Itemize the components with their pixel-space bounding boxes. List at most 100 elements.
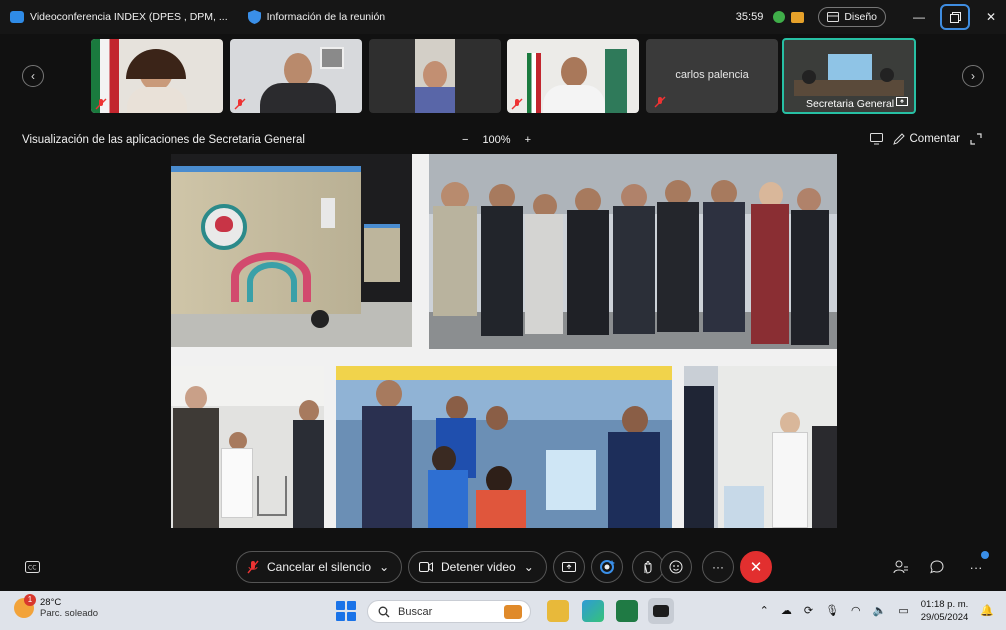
participants-button[interactable] <box>892 559 908 575</box>
room-screen <box>828 54 872 80</box>
minimize-button[interactable]: — <box>904 4 934 30</box>
meeting-info-button[interactable]: Información de la reunión <box>267 11 386 23</box>
reactions-button[interactable] <box>660 551 692 583</box>
share-options-icon[interactable] <box>869 133 883 145</box>
room-person <box>880 68 894 82</box>
layout-icon <box>827 12 840 22</box>
clock[interactable]: 01:18 p. m. 29/05/2024 <box>921 598 969 624</box>
taskbar-search[interactable]: Buscar <box>367 600 531 623</box>
screen-share-icon <box>896 97 908 106</box>
captions-button[interactable]: CC <box>24 559 40 575</box>
weather-temperature: 28°C <box>40 597 62 608</box>
video-camera-icon <box>419 562 433 572</box>
chevron-down-icon[interactable]: ⌄ <box>379 560 389 574</box>
chevron-right-icon: › <box>971 69 975 83</box>
webex-taskbar-icon[interactable] <box>648 598 674 624</box>
comment-label: Comentar <box>909 133 961 145</box>
leave-meeting-button[interactable]: ✕ <box>740 551 772 583</box>
strip-next-button[interactable]: › <box>962 65 984 87</box>
zoom-controls: − 100% + <box>462 134 531 146</box>
photo-clinic <box>684 366 837 528</box>
participants-icon <box>893 560 908 574</box>
restore-icon <box>949 11 961 23</box>
layout-button[interactable]: Diseño <box>818 7 886 27</box>
chat-button[interactable] <box>929 559 945 575</box>
participant-tile-active[interactable]: Secretaria General <box>782 38 916 114</box>
chevron-down-icon[interactable]: ⌄ <box>524 560 534 574</box>
restore-button[interactable] <box>940 4 970 30</box>
muted-mic-tray-icon[interactable]: 🎙 <box>825 604 839 617</box>
participant-strip: ‹ carlos palencia Secretaria General › <box>0 34 1006 118</box>
volume-icon[interactable]: 🔈 <box>873 604 887 617</box>
clock-date: 29/05/2024 <box>920 611 969 623</box>
chevron-up-icon[interactable]: ⌃ <box>760 604 769 617</box>
cloud-sync-icon[interactable]: ☁ <box>781 604 792 617</box>
shield-info-icon[interactable] <box>247 10 261 24</box>
share-screen-icon <box>562 561 576 572</box>
shared-slide <box>171 154 837 528</box>
chat-bubble-icon <box>930 560 944 574</box>
participant-tile[interactable]: carlos palencia <box>646 39 778 113</box>
participant-face <box>284 53 312 87</box>
system-tray: ⌃ ☁ ⟳ 🎙 ◠ 🔈 ▭ 01:18 p. m. 29/05/2024 🔔 <box>760 591 1006 630</box>
wall-frame <box>320 47 344 69</box>
muted-mic-icon <box>95 98 107 110</box>
zoom-in-button[interactable]: + <box>525 134 531 146</box>
participant-face <box>423 61 447 89</box>
notification-bell-icon[interactable]: 🔔 <box>980 604 994 617</box>
participant-tile[interactable] <box>91 39 223 113</box>
expand-icon[interactable] <box>970 133 982 145</box>
captions-icon: CC <box>24 561 40 573</box>
participant-tile[interactable] <box>369 39 501 113</box>
edge-browser-icon[interactable] <box>582 600 604 622</box>
search-highlight-icon <box>504 604 522 619</box>
strip-prev-button[interactable]: ‹ <box>22 65 44 87</box>
participant-face <box>561 57 587 87</box>
more-options-button[interactable]: ··· <box>702 551 734 583</box>
sun-cloud-icon: 1 <box>14 594 36 618</box>
battery-icon[interactable]: ▭ <box>898 604 908 617</box>
wifi-icon[interactable]: ◠ <box>851 604 861 617</box>
close-icon: ✕ <box>749 559 763 576</box>
zoom-out-button[interactable]: − <box>462 134 468 146</box>
stop-video-label: Detener video <box>441 560 516 574</box>
webex-logo-icon <box>653 605 669 617</box>
svg-text:CC: CC <box>28 565 36 572</box>
emoji-icon <box>669 560 683 574</box>
meeting-timer: 35:59 <box>735 11 764 23</box>
zoom-level: 100% <box>482 134 511 146</box>
weather-badge: 1 <box>24 594 36 606</box>
layout-label: Diseño <box>844 11 877 23</box>
participant-tile[interactable] <box>230 39 362 113</box>
close-window-button[interactable]: ✕ <box>976 4 1006 30</box>
participant-tile[interactable] <box>507 39 639 113</box>
refresh-icon[interactable]: ⟳ <box>804 604 813 617</box>
weather-widget[interactable]: 1 28°C Parc. soleado <box>14 594 99 619</box>
start-button[interactable] <box>336 601 356 621</box>
participant-body <box>127 87 187 113</box>
participant-name: carlos palencia <box>675 69 749 81</box>
taskbar: 1 28°C Parc. soleado Buscar ⌃ ☁ ⟳ 🎙 ◠ 🔈 … <box>0 591 1006 630</box>
more-panels-button[interactable]: ··· <box>968 551 989 575</box>
photo-group <box>429 154 837 349</box>
title-bar: Videoconferencia INDEX (DPES , DPM, ... … <box>0 0 1006 34</box>
file-explorer-icon[interactable] <box>547 600 569 622</box>
room-person <box>802 70 816 84</box>
unmute-label: Cancelar el silencio <box>267 560 372 574</box>
windows-logo-icon <box>336 601 345 610</box>
banner-image <box>605 49 627 113</box>
connection-status-icon[interactable] <box>773 11 786 23</box>
unmute-button[interactable]: Cancelar el silencio ⌄ <box>236 551 402 583</box>
photo-tent-consultation <box>171 366 324 528</box>
message-icon[interactable] <box>791 11 805 23</box>
weather-description: Parc. soleado <box>40 608 99 619</box>
share-toolbar: Comentar <box>869 133 983 145</box>
excel-icon[interactable] <box>616 600 638 622</box>
participant-body <box>543 85 605 113</box>
stop-video-button[interactable]: Detener video ⌄ <box>408 551 547 583</box>
participant-body <box>415 87 455 113</box>
pen-icon <box>892 133 905 145</box>
ai-assistant-button[interactable] <box>591 551 623 583</box>
comment-button[interactable]: Comentar <box>892 133 961 145</box>
share-screen-button[interactable] <box>553 551 585 583</box>
